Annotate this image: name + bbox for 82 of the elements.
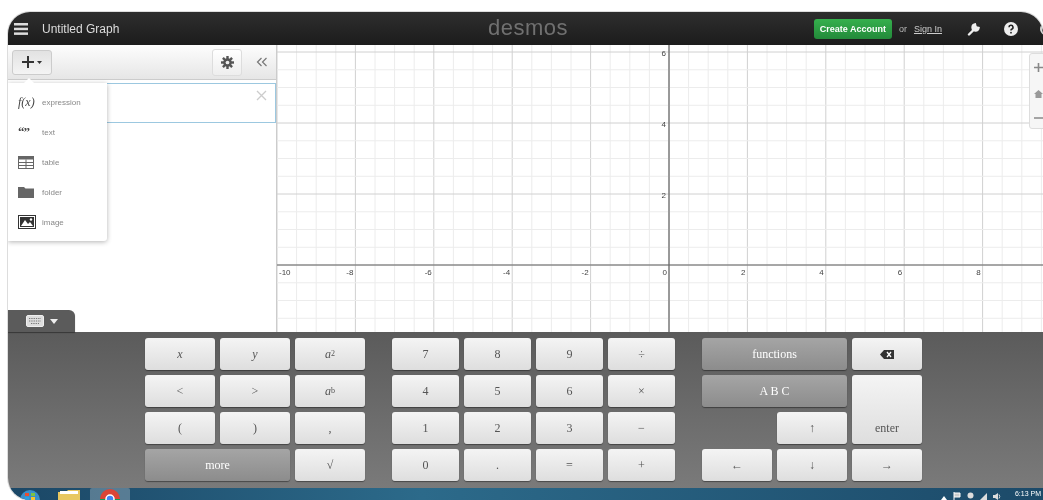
tray-arrow-icon[interactable] bbox=[940, 494, 947, 500]
x-axis-label: 2 bbox=[740, 268, 746, 277]
create-account-button[interactable]: Create Account bbox=[813, 18, 892, 39]
menu-item[interactable]: image bbox=[8, 207, 107, 237]
folder-icon[interactable] bbox=[56, 488, 82, 500]
x-axis-label: 0 bbox=[662, 268, 667, 277]
x-axis-label: 4 bbox=[819, 268, 824, 277]
speaker-icon[interactable] bbox=[992, 493, 1001, 500]
keypad-key[interactable]: < bbox=[145, 375, 215, 407]
plus-icon bbox=[21, 55, 43, 69]
image-icon bbox=[18, 215, 36, 229]
add-item-button[interactable] bbox=[12, 49, 52, 75]
quote-icon: “” bbox=[18, 124, 36, 140]
browser-icon[interactable] bbox=[99, 488, 121, 500]
keypad-key[interactable]: = bbox=[536, 449, 603, 481]
network-icon[interactable] bbox=[966, 492, 974, 500]
keypad-key[interactable]: 8 bbox=[464, 338, 531, 370]
table-icon bbox=[18, 155, 34, 169]
keyboard-icon bbox=[25, 315, 44, 327]
keypad-key[interactable]: 9 bbox=[536, 338, 603, 370]
keypad-key[interactable]: a$^{b}$ bbox=[295, 375, 365, 407]
help-icon[interactable] bbox=[1004, 21, 1018, 36]
keypad-key[interactable]: 0 bbox=[392, 449, 459, 481]
x-axis-label: -6 bbox=[424, 268, 432, 277]
x-axis-label: -8 bbox=[346, 268, 354, 277]
x-axis-label: 8 bbox=[976, 268, 981, 277]
keypad-key[interactable]: ) bbox=[220, 412, 290, 444]
keypad-key[interactable]: 4 bbox=[392, 375, 459, 407]
y-axis-label: 2 bbox=[661, 191, 666, 200]
settings-icon bbox=[220, 55, 234, 69]
function-icon: f(x) bbox=[18, 94, 36, 110]
keypad-key[interactable]: × bbox=[608, 375, 675, 407]
keypad-key[interactable]: x bbox=[145, 338, 215, 370]
y-axis-label: 6 bbox=[661, 49, 666, 58]
keypad-key[interactable]: 2 bbox=[464, 412, 531, 444]
keypad-key[interactable]: 6 bbox=[536, 375, 603, 407]
flag-icon[interactable] bbox=[952, 492, 961, 500]
keypad-key[interactable]: a$^{2}$ bbox=[295, 338, 365, 370]
y-axis-label: 4 bbox=[661, 120, 666, 129]
keypad-key[interactable]: , bbox=[295, 412, 365, 444]
menu-item[interactable]: “” text bbox=[8, 117, 107, 147]
backspace-key[interactable] bbox=[852, 338, 922, 370]
menu-item[interactable]: f(x) expression bbox=[8, 87, 107, 117]
keypad-key[interactable]: 1 bbox=[392, 412, 459, 444]
keypad-key[interactable]: → bbox=[852, 449, 922, 481]
settings-button[interactable] bbox=[212, 48, 242, 76]
keypad-key[interactable]: 7 bbox=[392, 338, 459, 370]
keypad-key[interactable]: ÷ bbox=[608, 338, 675, 370]
sign-in-link[interactable]: Sign In bbox=[913, 23, 942, 34]
x-axis-label: 6 bbox=[897, 268, 903, 277]
keypad-key[interactable]: > bbox=[220, 375, 290, 407]
keypad-key[interactable]: √ bbox=[295, 449, 365, 481]
keypad-key[interactable]: 5 bbox=[464, 375, 531, 407]
keypad-key[interactable]: y bbox=[220, 338, 290, 370]
keypad-key[interactable]: ↑ bbox=[777, 412, 847, 444]
x-axis-label: -4 bbox=[503, 268, 511, 277]
or-text: or bbox=[898, 23, 907, 34]
zoom-in-icon[interactable] bbox=[1034, 63, 1043, 73]
wrench-icon[interactable] bbox=[967, 21, 981, 36]
caret-icon bbox=[49, 318, 58, 324]
keypad-key[interactable]: enter bbox=[852, 375, 922, 444]
keypad-key[interactable]: − bbox=[608, 412, 675, 444]
backspace-icon bbox=[880, 349, 894, 359]
start-button[interactable] bbox=[20, 488, 40, 500]
graph-title[interactable]: Untitled Graph bbox=[42, 21, 120, 36]
menu-item[interactable]: table bbox=[8, 147, 107, 177]
signal-icon[interactable] bbox=[979, 493, 987, 500]
menu-icon[interactable] bbox=[14, 22, 28, 35]
x-axis-label: -10 bbox=[279, 268, 291, 277]
logo: desmos bbox=[488, 15, 569, 41]
keypad-key[interactable]: ← bbox=[702, 449, 772, 481]
keyboard-toggle[interactable] bbox=[8, 310, 75, 332]
collapse-icon[interactable] bbox=[256, 57, 268, 67]
keypad-key[interactable]: ↓ bbox=[777, 449, 847, 481]
menu-item[interactable]: folder bbox=[8, 177, 107, 207]
folder-icon bbox=[18, 186, 34, 198]
keypad-key[interactable]: 3 bbox=[536, 412, 603, 444]
home-icon[interactable] bbox=[1034, 90, 1043, 99]
keypad-key[interactable]: . bbox=[464, 449, 531, 481]
keypad-key[interactable]: ( bbox=[145, 412, 215, 444]
x-axis-label: -2 bbox=[581, 268, 589, 277]
keypad-key[interactable]: + bbox=[608, 449, 675, 481]
